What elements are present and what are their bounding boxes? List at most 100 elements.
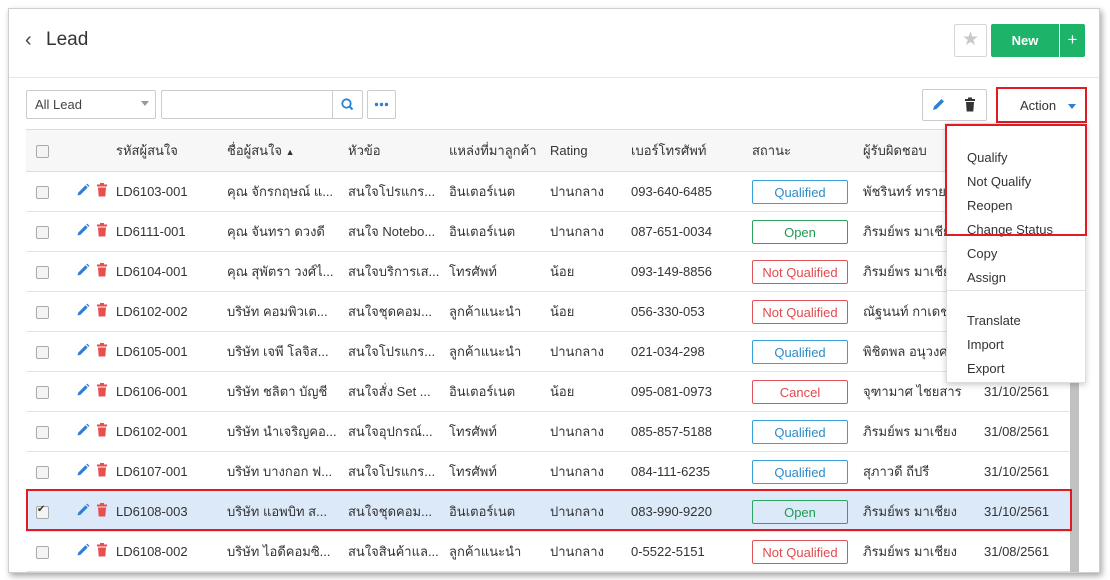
menu-item-copy[interactable]: Copy bbox=[967, 246, 997, 261]
row-checkbox[interactable] bbox=[36, 466, 49, 480]
row-checkbox[interactable] bbox=[36, 266, 49, 280]
menu-item-assign[interactable]: Assign bbox=[967, 270, 1006, 285]
table-row[interactable]: LD6102-001 บริษัท นำเจริญคอ... สนใจอุปกรณ์… bbox=[26, 411, 1070, 452]
cell-code: LD6108-002 bbox=[116, 531, 227, 572]
cell-code: LD6105-001 bbox=[116, 331, 227, 372]
new-button[interactable]: New bbox=[991, 24, 1059, 57]
row-checkbox[interactable] bbox=[36, 386, 49, 400]
menu-item-translate[interactable]: Translate bbox=[967, 313, 1021, 328]
row-checkbox[interactable] bbox=[36, 346, 49, 360]
trash-icon[interactable] bbox=[96, 183, 108, 197]
pencil-icon[interactable] bbox=[76, 223, 90, 237]
trash-icon[interactable] bbox=[96, 343, 108, 357]
bulk-delete-button[interactable] bbox=[954, 89, 987, 121]
table-row[interactable]: LD6108-002 บริษัท ไอดีคอมซิ... สนใจสินค้าแ… bbox=[26, 531, 1070, 572]
column-header-topic[interactable]: หัวข้อ bbox=[348, 129, 449, 172]
cell-rating: ปานกลาง bbox=[550, 411, 631, 452]
row-checkbox[interactable] bbox=[36, 186, 49, 200]
cell-source: อินเตอร์เนต bbox=[449, 211, 550, 252]
cell-rating: น้อย bbox=[550, 251, 631, 292]
pencil-icon[interactable] bbox=[76, 383, 90, 397]
cell-rating: ปานกลาง bbox=[550, 211, 631, 252]
cell-code: LD6104-001 bbox=[116, 251, 227, 292]
search-input[interactable] bbox=[162, 91, 334, 116]
cell-code: LD6107-001 bbox=[116, 451, 227, 492]
trash-icon[interactable] bbox=[96, 423, 108, 437]
cell-name: คุณ จักรกฤษณ์ แ... bbox=[227, 171, 348, 212]
trash-icon[interactable] bbox=[96, 503, 108, 517]
menu-item-import[interactable]: Import bbox=[967, 337, 1004, 352]
row-checkbox[interactable] bbox=[36, 306, 49, 320]
pencil-icon[interactable] bbox=[76, 303, 90, 317]
status-badge: Open bbox=[752, 499, 848, 524]
more-options-button[interactable] bbox=[367, 90, 396, 119]
cell-phone: 084-111-6235 bbox=[631, 451, 752, 492]
pencil-icon[interactable] bbox=[76, 503, 90, 517]
column-header-status[interactable]: สถานะ bbox=[752, 129, 863, 172]
pencil-icon[interactable] bbox=[76, 423, 90, 437]
trash-icon[interactable] bbox=[96, 543, 108, 557]
row-checkbox[interactable] bbox=[36, 504, 49, 520]
back-icon[interactable]: ‹ bbox=[25, 29, 32, 52]
select-all-checkbox[interactable] bbox=[36, 145, 49, 159]
column-header-code[interactable]: รหัสผู้สนใจ bbox=[116, 129, 227, 172]
favorite-button[interactable]: ★ bbox=[954, 24, 987, 57]
cell-rating: ปานกลาง bbox=[550, 451, 631, 492]
cell-code: LD6102-001 bbox=[116, 411, 227, 452]
table-row[interactable]: LD6111-001 คุณ จันทรา ดวงดี สนใจ Notebo...… bbox=[26, 211, 1070, 252]
table-row[interactable]: LD6103-001 คุณ จักรกฤษณ์ แ... สนใจโปรแกร..… bbox=[26, 171, 1070, 212]
cell-source: โทรศัพท์ bbox=[449, 451, 550, 492]
filter-select[interactable]: All Lead bbox=[26, 90, 156, 119]
status-badge: Qualified bbox=[752, 419, 848, 444]
row-checkbox[interactable] bbox=[36, 426, 49, 440]
cell-topic: สนใจโปรแกร... bbox=[348, 171, 449, 212]
cell-source: ลูกค้าแนะนำ bbox=[449, 291, 550, 332]
pencil-icon[interactable] bbox=[76, 183, 90, 197]
trash-icon[interactable] bbox=[96, 463, 108, 477]
column-header-phone[interactable]: เบอร์โทรศัพท์ bbox=[631, 129, 752, 172]
menu-item-reopen[interactable]: Reopen bbox=[967, 198, 1013, 213]
cell-owner: ภิรมย์พร มาเชียง bbox=[863, 531, 984, 572]
cell-date: 31/08/2561 bbox=[984, 531, 1070, 572]
cell-topic: สนใจชุดคอม... bbox=[348, 291, 449, 332]
table-row[interactable]: LD6108-003บริษัท แอพบิท ส...สนใจชุดคอม..… bbox=[26, 491, 1070, 532]
table-row[interactable]: LD6107-001 บริษัท บางกอก ฟ... สนใจโปรแกร..… bbox=[26, 451, 1070, 492]
table-row[interactable]: LD6102-002 บริษัท คอมพิวเต... สนใจชุดคอม..… bbox=[26, 291, 1070, 332]
row-checkbox[interactable] bbox=[36, 546, 49, 560]
cell-code: LD6106-001 bbox=[116, 371, 227, 412]
table-row[interactable]: LD6105-001 บริษัท เจพี โลจิส... สนใจโปรแกร… bbox=[26, 331, 1070, 372]
pencil-icon[interactable] bbox=[76, 263, 90, 277]
add-dropdown-button[interactable]: + bbox=[1060, 24, 1085, 57]
column-header-source[interactable]: แหล่งที่มาลูกค้า bbox=[449, 129, 550, 172]
cell-topic: สนใจสั่ง Set ... bbox=[348, 371, 449, 412]
cell-phone: 085-857-5188 bbox=[631, 411, 752, 452]
table-row[interactable]: LD6104-001 คุณ สุพัตรา วงศ์ไ... สนใจบริการ… bbox=[26, 251, 1070, 292]
column-header-name[interactable]: ชื่อผู้สนใจ ▲ bbox=[227, 129, 348, 172]
action-button[interactable]: Action bbox=[996, 87, 1087, 123]
menu-item-change-status[interactable]: Change Status bbox=[967, 222, 1053, 237]
cell-code: LD6103-001 bbox=[116, 171, 227, 212]
menu-item-export[interactable]: Export bbox=[967, 361, 1005, 376]
page-title: Lead bbox=[46, 29, 89, 50]
trash-icon[interactable] bbox=[96, 223, 108, 237]
cell-source: โทรศัพท์ bbox=[449, 411, 550, 452]
status-badge: Qualified bbox=[752, 459, 848, 484]
search-button[interactable] bbox=[332, 91, 362, 118]
cell-source: อินเตอร์เนต bbox=[449, 491, 550, 532]
trash-icon[interactable] bbox=[96, 263, 108, 277]
trash-icon[interactable] bbox=[96, 303, 108, 317]
menu-item-qualify[interactable]: Qualify bbox=[967, 150, 1007, 165]
trash-icon bbox=[965, 97, 975, 112]
table-row[interactable]: LD6106-001 บริษัท ชลิตา บัญชี สนใจสั่ง Set… bbox=[26, 371, 1070, 412]
pencil-icon[interactable] bbox=[76, 543, 90, 557]
menu-item-not-qualify[interactable]: Not Qualify bbox=[967, 174, 1031, 189]
row-checkbox[interactable] bbox=[36, 226, 49, 240]
trash-icon[interactable] bbox=[96, 383, 108, 397]
cell-phone: 087-651-0034 bbox=[631, 211, 752, 252]
pencil-icon[interactable] bbox=[76, 343, 90, 357]
cell-owner: สุภาวดี ถีปรี bbox=[863, 451, 984, 492]
cell-source: โทรศัพท์ bbox=[449, 251, 550, 292]
bulk-edit-button[interactable] bbox=[922, 89, 955, 121]
column-header-rating[interactable]: Rating bbox=[550, 129, 631, 172]
pencil-icon[interactable] bbox=[76, 463, 90, 477]
